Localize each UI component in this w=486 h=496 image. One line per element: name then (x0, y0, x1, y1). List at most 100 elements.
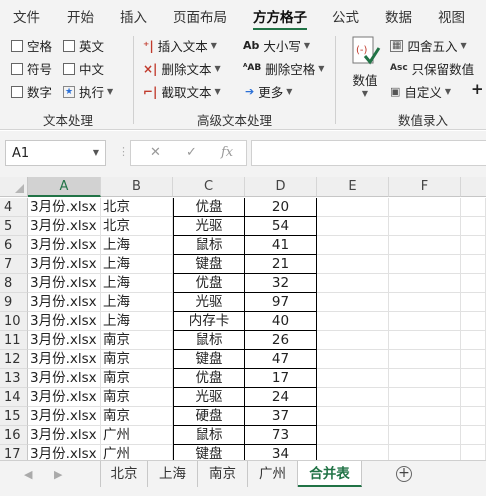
cell-f[interactable] (389, 331, 461, 350)
cell-f[interactable] (389, 198, 461, 217)
cell-c[interactable]: 优盘 (173, 198, 245, 217)
row-header[interactable]: 14 (0, 388, 28, 407)
cell-e[interactable] (317, 388, 389, 407)
column-header-f[interactable]: F (389, 177, 461, 197)
cell-a[interactable]: 3月份.xlsx (28, 426, 101, 445)
keep-value-button[interactable]: Asc 只保留数值 (390, 59, 474, 78)
column-header-g[interactable] (461, 177, 486, 197)
cell-d[interactable]: 37 (245, 407, 317, 426)
round-button[interactable]: ▦ 四舍五入 ▼ (390, 36, 467, 55)
tab-data[interactable]: 数据 (385, 6, 412, 26)
row-header[interactable]: 11 (0, 331, 28, 350)
scroll-left-icon[interactable]: ◀ (24, 468, 32, 481)
extract-text-button[interactable]: ⌐| 截取文本 ▼ (143, 82, 221, 101)
column-header-b[interactable]: B (101, 177, 173, 197)
cell-a[interactable]: 3月份.xlsx (28, 217, 101, 236)
cell-c[interactable]: 优盘 (173, 274, 245, 293)
cell-f[interactable] (389, 312, 461, 331)
cell-a[interactable]: 3月份.xlsx (28, 369, 101, 388)
cell-g[interactable] (461, 369, 486, 388)
cell-f[interactable] (389, 388, 461, 407)
cell-b[interactable]: 上海 (101, 293, 173, 312)
cell-c[interactable]: 键盘 (173, 255, 245, 274)
cell-c[interactable]: 光驱 (173, 388, 245, 407)
row-header[interactable]: 13 (0, 369, 28, 388)
cell-b[interactable]: 上海 (101, 312, 173, 331)
cell-f[interactable] (389, 426, 461, 445)
cell-d[interactable]: 32 (245, 274, 317, 293)
cell-c[interactable]: 光驱 (173, 217, 245, 236)
cell-e[interactable] (317, 426, 389, 445)
cell-g[interactable] (461, 217, 486, 236)
cell-e[interactable] (317, 350, 389, 369)
cell-d[interactable]: 97 (245, 293, 317, 312)
cell-e[interactable] (317, 198, 389, 217)
add-sheet-button[interactable]: + (396, 466, 412, 482)
cell-d[interactable]: 73 (245, 426, 317, 445)
checkbox-space[interactable]: 空格 (11, 36, 52, 55)
column-header-c[interactable]: C (173, 177, 245, 197)
column-header-a[interactable]: A (28, 177, 101, 197)
cell-f[interactable] (389, 350, 461, 369)
function-icon[interactable]: fx (221, 145, 233, 160)
cell-c[interactable]: 优盘 (173, 369, 245, 388)
tab-page-layout[interactable]: 页面布局 (173, 6, 227, 26)
checkbox-box[interactable] (63, 62, 75, 75)
cell-f[interactable] (389, 217, 461, 236)
cell-d[interactable]: 34 (245, 445, 317, 460)
row-header[interactable]: 9 (0, 293, 28, 312)
row-header[interactable]: 16 (0, 426, 28, 445)
tab-formulas[interactable]: 公式 (332, 6, 359, 26)
cell-a[interactable]: 3月份.xlsx (28, 255, 101, 274)
cell-b[interactable]: 南京 (101, 388, 173, 407)
cell-g[interactable] (461, 350, 486, 369)
delete-text-button[interactable]: ×| 删除文本 ▼ (143, 59, 221, 78)
cell-b[interactable]: 北京 (101, 217, 173, 236)
cell-d[interactable]: 26 (245, 331, 317, 350)
row-header[interactable]: 8 (0, 274, 28, 293)
cell-c[interactable]: 鼠标 (173, 236, 245, 255)
cell-b[interactable]: 北京 (101, 198, 173, 217)
cell-g[interactable] (461, 236, 486, 255)
cell-d[interactable]: 20 (245, 198, 317, 217)
cancel-icon[interactable]: ✕ (150, 145, 161, 160)
plus-icon[interactable]: + (471, 80, 484, 98)
cell-c[interactable]: 光驱 (173, 293, 245, 312)
cell-e[interactable] (317, 407, 389, 426)
checkbox-symbol[interactable]: 符号 (11, 59, 52, 78)
cell-c[interactable]: 鼠标 (173, 331, 245, 350)
column-header-d[interactable]: D (245, 177, 317, 197)
cell-g[interactable] (461, 426, 486, 445)
sheet-tab-merged[interactable]: 合并表 (298, 461, 362, 487)
checkbox-number[interactable]: 数字 (11, 82, 52, 101)
cell-e[interactable] (317, 445, 389, 460)
confirm-icon[interactable]: ✓ (186, 145, 197, 160)
cell-a[interactable]: 3月份.xlsx (28, 312, 101, 331)
row-header[interactable]: 6 (0, 236, 28, 255)
cell-f[interactable] (389, 407, 461, 426)
column-header-e[interactable]: E (317, 177, 389, 197)
cell-a[interactable]: 3月份.xlsx (28, 350, 101, 369)
row-header[interactable]: 5 (0, 217, 28, 236)
cell-g[interactable] (461, 407, 486, 426)
cell-e[interactable] (317, 293, 389, 312)
sheet-tab-guangzhou[interactable]: 广州 (248, 461, 298, 487)
cell-b[interactable]: 南京 (101, 331, 173, 350)
cell-d[interactable]: 47 (245, 350, 317, 369)
cell-g[interactable] (461, 293, 486, 312)
row-header[interactable]: 7 (0, 255, 28, 274)
cell-d[interactable]: 24 (245, 388, 317, 407)
cell-g[interactable] (461, 388, 486, 407)
execute-button[interactable]: ★ 执行 ▼ (63, 82, 113, 101)
tab-view[interactable]: 视图 (438, 6, 465, 26)
cell-a[interactable]: 3月份.xlsx (28, 388, 101, 407)
cell-d[interactable]: 17 (245, 369, 317, 388)
cell-e[interactable] (317, 369, 389, 388)
tab-home[interactable]: 开始 (67, 6, 94, 26)
cell-d[interactable]: 54 (245, 217, 317, 236)
cell-a[interactable]: 3月份.xlsx (28, 198, 101, 217)
cell-g[interactable] (461, 198, 486, 217)
cell-d[interactable]: 21 (245, 255, 317, 274)
row-header[interactable]: 12 (0, 350, 28, 369)
delete-spaces-button[interactable]: ᴬAB 删除空格 ▼ (243, 59, 324, 78)
